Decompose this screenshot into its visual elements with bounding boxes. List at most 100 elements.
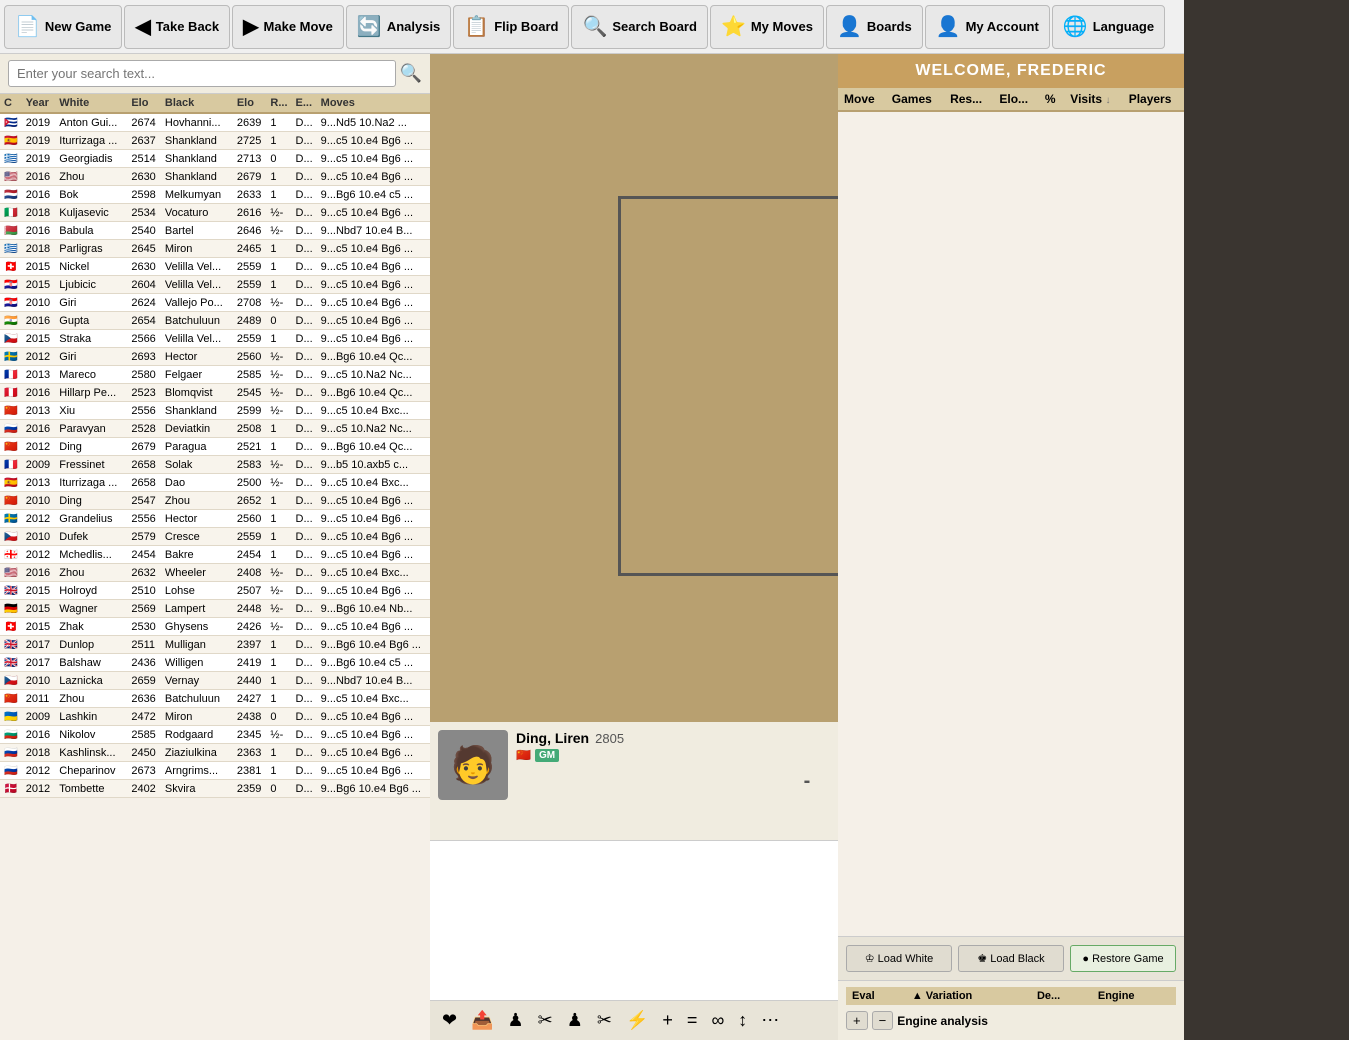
eval-minus-button[interactable]: − bbox=[872, 1011, 894, 1030]
table-row[interactable]: 🇨🇭 2015 Nickel 2630 Velilla Vel... 2559 … bbox=[0, 258, 430, 276]
table-row[interactable]: 🇳🇱 2016 Bok 2598 Melkumyan 2633 1 D... 9… bbox=[0, 186, 430, 204]
game-moves: 9...c5 10.e4 Bg6 ... bbox=[317, 276, 430, 294]
lightning-button[interactable]: ⚡ bbox=[622, 1008, 652, 1033]
plus-button[interactable]: + bbox=[658, 1008, 677, 1033]
table-row[interactable]: 🇷🇺 2018 Kashlinsk... 2450 Ziaziulkina 23… bbox=[0, 744, 430, 762]
game-welo: 2580 bbox=[127, 366, 161, 384]
flip-board-button[interactable]: 📋 Flip Board bbox=[453, 5, 569, 49]
take-back-button[interactable]: ◀ Take Back bbox=[124, 5, 230, 49]
game-black: Solak bbox=[161, 456, 233, 474]
engine-col-eval[interactable]: Eval bbox=[846, 987, 906, 1005]
stats-col-games[interactable]: Games bbox=[886, 88, 944, 111]
equals-button[interactable]: = bbox=[683, 1008, 702, 1033]
game-result: ½- bbox=[266, 366, 291, 384]
table-row[interactable]: 🇨🇿 2010 Dufek 2579 Cresce 2559 1 D... 9.… bbox=[0, 528, 430, 546]
load-white-button[interactable]: ♔ Load White bbox=[846, 945, 952, 972]
table-row[interactable]: 🇵🇪 2016 Hillarp Pe... 2523 Blomqvist 254… bbox=[0, 384, 430, 402]
col-header-eco[interactable]: E... bbox=[292, 94, 317, 113]
piece1-button[interactable]: ♟ bbox=[504, 1008, 528, 1033]
table-row[interactable]: 🇸🇪 2012 Grandelius 2556 Hector 2560 1 D.… bbox=[0, 510, 430, 528]
game-white: Giri bbox=[55, 294, 127, 312]
stats-col-res[interactable]: Res... bbox=[944, 88, 993, 111]
eval-plus-button[interactable]: + bbox=[846, 1011, 868, 1030]
my-moves-button[interactable]: ⭐ My Moves bbox=[710, 5, 824, 49]
search-button[interactable]: 🔍 bbox=[400, 63, 422, 84]
table-row[interactable]: 🇮🇳 2016 Gupta 2654 Batchuluun 2489 0 D..… bbox=[0, 312, 430, 330]
engine-col-engine[interactable]: Engine bbox=[1092, 987, 1176, 1005]
table-row[interactable]: 🇨🇿 2010 Laznicka 2659 Vernay 2440 1 D...… bbox=[0, 672, 430, 690]
table-row[interactable]: 🇬🇧 2015 Holroyd 2510 Lohse 2507 ½- D... … bbox=[0, 582, 430, 600]
make-move-button[interactable]: ▶ Make Move bbox=[232, 5, 344, 49]
stats-table-container[interactable]: Move Games Res... Elo... % Visits ↓ Play… bbox=[838, 88, 1184, 936]
col-header-welo[interactable]: Elo bbox=[127, 94, 161, 113]
table-row[interactable]: 🇫🇷 2009 Fressinet 2658 Solak 2583 ½- D..… bbox=[0, 456, 430, 474]
table-row[interactable]: 🇬🇧 2017 Dunlop 2511 Mulligan 2397 1 D...… bbox=[0, 636, 430, 654]
game-welo: 2598 bbox=[127, 186, 161, 204]
table-row[interactable]: 🇺🇸 2016 Zhou 2630 Shankland 2679 1 D... … bbox=[0, 168, 430, 186]
table-row[interactable]: 🇪🇸 2019 Iturrizaga ... 2637 Shankland 27… bbox=[0, 132, 430, 150]
stats-col-elo[interactable]: Elo... bbox=[993, 88, 1039, 111]
table-row[interactable]: 🇬🇷 2019 Georgiadis 2514 Shankland 2713 0… bbox=[0, 150, 430, 168]
table-row[interactable]: 🇨🇺 2019 Anton Gui... 2674 Hovhanni... 26… bbox=[0, 113, 430, 132]
game-belo: 2560 bbox=[233, 348, 267, 366]
analysis-button[interactable]: 🔄 Analysis bbox=[346, 5, 451, 49]
load-black-button[interactable]: ♚ Load Black bbox=[958, 945, 1064, 972]
table-row[interactable]: 🇨🇿 2015 Straka 2566 Velilla Vel... 2559 … bbox=[0, 330, 430, 348]
game-result: 0 bbox=[266, 780, 291, 798]
search-board-button[interactable]: 🔍 Search Board bbox=[571, 5, 707, 49]
export-button[interactable]: 📤 bbox=[467, 1008, 497, 1033]
stats-col-pct[interactable]: % bbox=[1039, 88, 1064, 111]
piece2-button[interactable]: ♟ bbox=[563, 1008, 587, 1033]
game-black: Miron bbox=[161, 708, 233, 726]
table-row[interactable]: 🇭🇷 2010 Giri 2624 Vallejo Po... 2708 ½- … bbox=[0, 294, 430, 312]
table-row[interactable]: 🇮🇹 2018 Kuljasevic 2534 Vocaturo 2616 ½-… bbox=[0, 204, 430, 222]
new-game-button[interactable]: 📄 New Game bbox=[4, 5, 122, 49]
game-eco: D... bbox=[292, 546, 317, 564]
col-header-white[interactable]: White bbox=[55, 94, 127, 113]
table-row[interactable]: 🇭🇷 2015 Ljubicic 2604 Velilla Vel... 255… bbox=[0, 276, 430, 294]
game-belo: 2652 bbox=[233, 492, 267, 510]
col-header-black[interactable]: Black bbox=[161, 94, 233, 113]
col-header-result[interactable]: R... bbox=[266, 94, 291, 113]
table-row[interactable]: 🇩🇰 2012 Tombette 2402 Skvira 2359 0 D...… bbox=[0, 780, 430, 798]
table-row[interactable]: 🇬🇧 2017 Balshaw 2436 Willigen 2419 1 D..… bbox=[0, 654, 430, 672]
table-row[interactable]: 🇧🇬 2016 Nikolov 2585 Rodgaard 2345 ½- D.… bbox=[0, 726, 430, 744]
stats-col-players[interactable]: Players bbox=[1123, 88, 1184, 111]
search-input[interactable] bbox=[8, 60, 396, 87]
heart-button[interactable]: ❤ bbox=[438, 1008, 461, 1033]
engine-col-variation[interactable]: ▲ Variation bbox=[906, 987, 1031, 1005]
table-row[interactable]: 🇬🇪 2012 Mchedlis... 2454 Bakre 2454 1 D.… bbox=[0, 546, 430, 564]
table-row[interactable]: 🇧🇾 2016 Babula 2540 Bartel 2646 ½- D... … bbox=[0, 222, 430, 240]
table-row[interactable]: 🇨🇭 2015 Zhak 2530 Ghysens 2426 ½- D... 9… bbox=[0, 618, 430, 636]
table-row[interactable]: 🇺🇸 2016 Zhou 2632 Wheeler 2408 ½- D... 9… bbox=[0, 564, 430, 582]
boards-button[interactable]: 👤 Boards bbox=[826, 5, 923, 49]
table-row[interactable]: 🇨🇳 2011 Zhou 2636 Batchuluun 2427 1 D...… bbox=[0, 690, 430, 708]
scissors2-button[interactable]: ✂ bbox=[593, 1008, 616, 1033]
table-row[interactable]: 🇨🇳 2010 Ding 2547 Zhou 2652 1 D... 9...c… bbox=[0, 492, 430, 510]
table-row[interactable]: 🇬🇷 2018 Parligras 2645 Miron 2465 1 D...… bbox=[0, 240, 430, 258]
table-row[interactable]: 🇷🇺 2012 Cheparinov 2673 Arngrims... 2381… bbox=[0, 762, 430, 780]
table-row[interactable]: 🇺🇦 2009 Lashkin 2472 Miron 2438 0 D... 9… bbox=[0, 708, 430, 726]
table-row[interactable]: 🇨🇳 2013 Xiu 2556 Shankland 2599 ½- D... … bbox=[0, 402, 430, 420]
infinity-button[interactable]: ∞ bbox=[707, 1008, 728, 1033]
stats-col-visits[interactable]: Visits ↓ bbox=[1064, 88, 1122, 111]
scissors1-button[interactable]: ✂ bbox=[534, 1008, 557, 1033]
table-row[interactable]: 🇷🇺 2016 Paravyan 2528 Deviatkin 2508 1 D… bbox=[0, 420, 430, 438]
table-row[interactable]: 🇪🇸 2013 Iturrizaga ... 2658 Dao 2500 ½- … bbox=[0, 474, 430, 492]
col-header-moves[interactable]: Moves bbox=[317, 94, 430, 113]
my-account-button[interactable]: 👤 My Account bbox=[925, 5, 1050, 49]
language-button[interactable]: 🌐 Language bbox=[1052, 5, 1165, 49]
more-button[interactable]: ⋯ bbox=[757, 1008, 783, 1033]
arrows-button[interactable]: ↕ bbox=[734, 1008, 751, 1033]
restore-game-button[interactable]: ● Restore Game bbox=[1070, 945, 1176, 972]
stats-col-move[interactable]: Move bbox=[838, 88, 886, 111]
table-row[interactable]: 🇫🇷 2013 Mareco 2580 Felgaer 2585 ½- D...… bbox=[0, 366, 430, 384]
table-row[interactable]: 🇨🇳 2012 Ding 2679 Paragua 2521 1 D... 9.… bbox=[0, 438, 430, 456]
table-row[interactable]: 🇩🇪 2015 Wagner 2569 Lampert 2448 ½- D...… bbox=[0, 600, 430, 618]
game-belo: 2345 bbox=[233, 726, 267, 744]
game-black: Deviatkin bbox=[161, 420, 233, 438]
table-row[interactable]: 🇸🇪 2012 Giri 2693 Hector 2560 ½- D... 9.… bbox=[0, 348, 430, 366]
engine-col-depth[interactable]: De... bbox=[1031, 987, 1092, 1005]
col-header-year[interactable]: Year bbox=[22, 94, 56, 113]
col-header-belo[interactable]: Elo bbox=[233, 94, 267, 113]
